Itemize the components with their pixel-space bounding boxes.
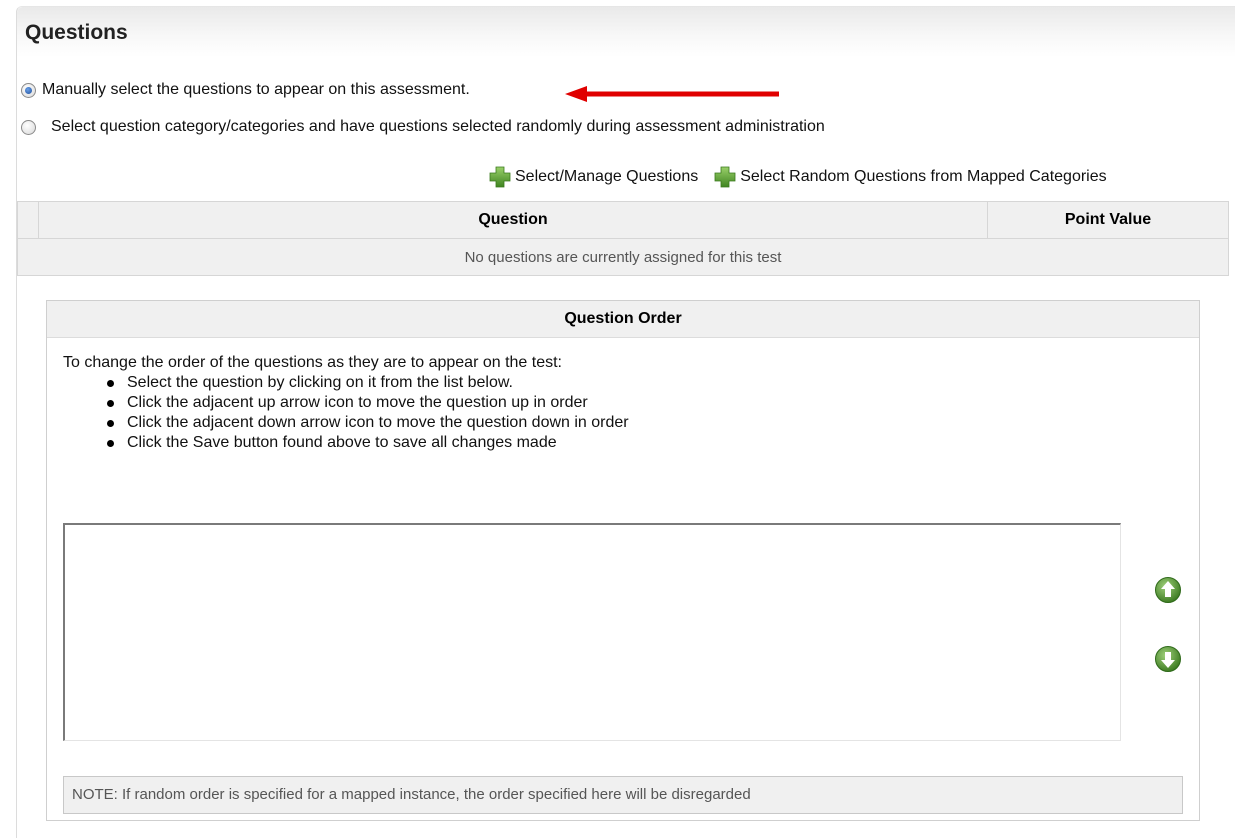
manual-select-label[interactable]: Manually select the questions to appear … bbox=[42, 81, 470, 99]
arrow-up-circle-icon[interactable] bbox=[1154, 576, 1182, 604]
option-manual-row[interactable]: Manually select the questions to appear … bbox=[21, 81, 470, 99]
question-actions: Select/Manage Questions Select Random Qu… bbox=[489, 166, 1107, 188]
column-header-point-value: Point Value bbox=[987, 201, 1229, 239]
list-item: Click the Save button found above to sav… bbox=[107, 433, 629, 453]
manual-select-radio[interactable] bbox=[21, 82, 36, 98]
red-arrow-annotation bbox=[565, 86, 779, 102]
green-plus-icon bbox=[714, 166, 736, 188]
questions-table: Question Point Value No questions are cu… bbox=[17, 201, 1229, 276]
section-header: Questions bbox=[17, 7, 1235, 57]
question-order-title: Question Order bbox=[47, 301, 1199, 338]
select-random-questions-label[interactable]: Select Random Questions from Mapped Cate… bbox=[740, 168, 1106, 186]
green-plus-icon bbox=[489, 166, 511, 188]
option-random-row[interactable]: Select question category/categories and … bbox=[21, 118, 825, 136]
header-spacer bbox=[17, 201, 39, 239]
order-instructions: To change the order of the questions as … bbox=[63, 353, 629, 453]
select-manage-questions-label[interactable]: Select/Manage Questions bbox=[515, 168, 698, 186]
column-header-question: Question bbox=[38, 201, 988, 239]
random-select-radio[interactable] bbox=[21, 119, 36, 135]
arrow-down-circle-icon[interactable] bbox=[1154, 645, 1182, 673]
questions-panel: Questions Manually select the questions … bbox=[16, 6, 1235, 838]
list-item: Click the adjacent down arrow icon to mo… bbox=[107, 414, 629, 431]
section-title: Questions bbox=[25, 21, 128, 44]
question-order-box: Question Order To change the order of th… bbox=[46, 300, 1200, 821]
order-instructions-intro: To change the order of the questions as … bbox=[63, 354, 562, 371]
order-instructions-list: Select the question by clicking on it fr… bbox=[63, 373, 629, 453]
question-order-listbox[interactable] bbox=[63, 523, 1121, 741]
table-row: No questions are currently assigned for … bbox=[17, 238, 1229, 276]
list-item: Click the adjacent up arrow icon to move… bbox=[107, 393, 629, 413]
list-item: Select the question by clicking on it fr… bbox=[107, 373, 629, 393]
table-header-row: Question Point Value bbox=[17, 201, 1229, 239]
select-manage-questions-button[interactable]: Select/Manage Questions bbox=[489, 166, 698, 188]
empty-table-message: No questions are currently assigned for … bbox=[17, 238, 1229, 276]
order-note: NOTE: If random order is specified for a… bbox=[63, 776, 1183, 814]
random-select-label[interactable]: Select question category/categories and … bbox=[51, 118, 825, 136]
select-random-questions-button[interactable]: Select Random Questions from Mapped Cate… bbox=[714, 166, 1107, 188]
